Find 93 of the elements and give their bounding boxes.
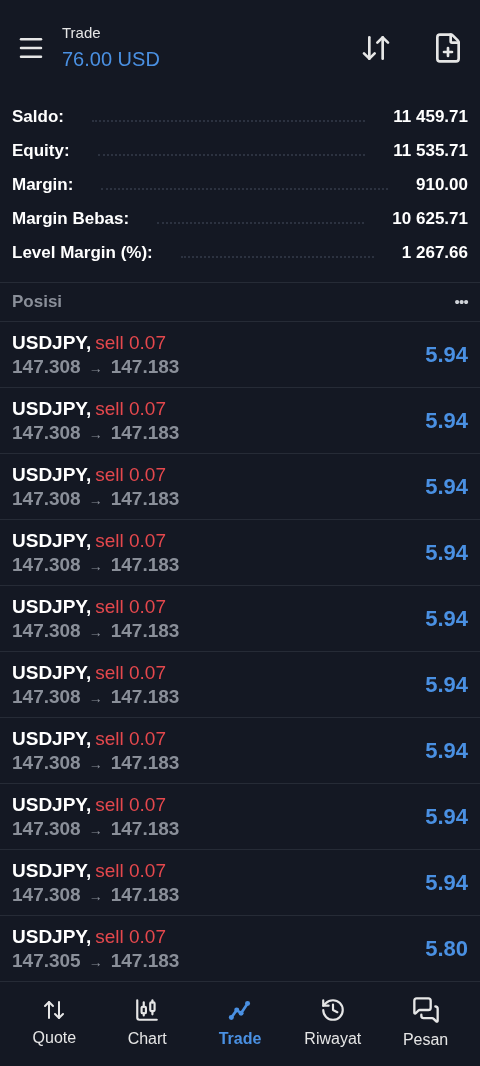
open-price: 147.308 — [12, 618, 81, 643]
summary-label: Margin Bebas: — [12, 208, 130, 231]
position-row[interactable]: USDJPY, sell 0.07 147.308 → 147.183 5.94 — [0, 850, 480, 916]
position-row[interactable]: USDJPY, sell 0.07 147.308 → 147.183 5.94 — [0, 322, 480, 388]
open-price: 147.305 — [12, 948, 81, 973]
arrow-glyph: → — [88, 953, 103, 971]
nav-tab[interactable]: Pesan — [380, 996, 471, 1052]
up-down-arrows-icon — [42, 998, 67, 1022]
nav-tab[interactable]: Riwayat — [287, 997, 378, 1051]
order-type: sell 0.07 — [95, 792, 166, 817]
position-row[interactable]: USDJPY, sell 0.07 147.305 → 147.183 5.80 — [0, 916, 480, 982]
open-price: 147.308 — [12, 882, 81, 907]
current-price: 147.183 — [110, 948, 180, 973]
open-price: 147.308 — [12, 816, 81, 841]
position-row[interactable]: USDJPY, sell 0.07 147.308 → 147.183 5.94 — [0, 784, 480, 850]
summary-label: Level Margin (%): — [12, 242, 153, 265]
current-price: 147.183 — [110, 486, 180, 511]
profit-value: 5.94 — [425, 671, 468, 699]
summary-label: Equity: — [12, 140, 70, 163]
open-price: 147.308 — [12, 420, 81, 445]
nav-tab[interactable]: Quote — [9, 998, 100, 1050]
symbol-label: USDJPY, — [12, 660, 92, 685]
order-type: sell 0.07 — [95, 396, 166, 421]
profit-value: 5.94 — [425, 605, 468, 633]
current-price: 147.183 — [110, 882, 180, 907]
open-price: 147.308 — [12, 486, 81, 511]
section-title: Posisi — [12, 291, 63, 314]
symbol-label: USDJPY, — [12, 726, 92, 751]
arrow-glyph: → — [88, 755, 103, 773]
arrow-glyph: → — [88, 623, 103, 641]
summary-value: 10 625.71 — [392, 208, 468, 231]
open-price: 147.308 — [12, 552, 81, 577]
arrow-glyph: → — [88, 887, 103, 905]
summary-value: 11 459.71 — [393, 106, 468, 129]
summary-value: 910.00 — [416, 174, 468, 197]
position-row[interactable]: USDJPY, sell 0.07 147.308 → 147.183 5.94 — [0, 718, 480, 784]
symbol-label: USDJPY, — [12, 462, 92, 487]
symbol-label: USDJPY, — [12, 330, 92, 355]
profit-value: 5.94 — [425, 341, 468, 369]
symbol-label: USDJPY, — [12, 924, 92, 949]
current-price: 147.183 — [110, 552, 180, 577]
balance-subtitle: 76.00 USD — [62, 47, 161, 73]
summary-value: 11 535.71 — [393, 140, 468, 163]
summary-value: 1 267.66 — [401, 242, 468, 265]
order-type: sell 0.07 — [95, 924, 166, 949]
open-price: 147.308 — [12, 684, 81, 709]
order-type: sell 0.07 — [95, 528, 166, 553]
arrow-glyph: → — [88, 557, 103, 575]
profit-value: 5.94 — [425, 737, 468, 765]
symbol-label: USDJPY, — [12, 594, 92, 619]
profit-value: 5.94 — [425, 539, 468, 567]
position-row[interactable]: USDJPY, sell 0.07 147.308 → 147.183 5.94 — [0, 520, 480, 586]
order-type: sell 0.07 — [95, 594, 166, 619]
order-type: sell 0.07 — [95, 660, 166, 685]
arrow-glyph: → — [88, 821, 103, 839]
current-price: 147.183 — [110, 750, 180, 775]
order-type: sell 0.07 — [95, 330, 166, 355]
order-type: sell 0.07 — [95, 858, 166, 883]
more-menu[interactable]: ••• — [454, 290, 468, 314]
nav-tab[interactable]: Trade — [195, 997, 285, 1051]
current-price: 147.183 — [110, 684, 180, 709]
summary-label: Margin: — [12, 174, 74, 197]
position-row[interactable]: USDJPY, sell 0.07 147.308 → 147.183 5.94 — [0, 652, 480, 718]
arrow-glyph: → — [88, 359, 103, 377]
symbol-label: USDJPY, — [12, 792, 92, 817]
open-price: 147.308 — [12, 354, 81, 379]
current-price: 147.183 — [110, 618, 180, 643]
chat-bubbles-icon — [411, 996, 440, 1024]
profit-value: 5.94 — [425, 407, 468, 435]
summary-label: Saldo: — [12, 106, 64, 129]
candlestick-icon — [134, 997, 161, 1023]
profit-value: 5.80 — [425, 935, 468, 963]
current-price: 147.183 — [110, 816, 180, 841]
order-type: sell 0.07 — [95, 726, 166, 751]
position-row[interactable]: USDJPY, sell 0.07 147.308 → 147.183 5.94 — [0, 388, 480, 454]
history-icon — [319, 997, 346, 1023]
nav-tab[interactable]: Chart — [102, 997, 193, 1051]
order-type: sell 0.07 — [95, 462, 166, 487]
position-row[interactable]: USDJPY, sell 0.07 147.308 → 147.183 5.94 — [0, 586, 480, 652]
current-price: 147.183 — [110, 420, 180, 445]
profit-value: 5.94 — [425, 473, 468, 501]
arrow-glyph: → — [88, 689, 103, 707]
profit-value: 5.94 — [425, 869, 468, 897]
open-price: 147.308 — [12, 750, 81, 775]
arrow-glyph: → — [88, 425, 103, 443]
screen-title: Trade — [62, 22, 102, 43]
arrow-glyph: → — [88, 491, 103, 509]
profit-value: 5.94 — [425, 803, 468, 831]
symbol-label: USDJPY, — [12, 396, 92, 421]
symbol-label: USDJPY, — [12, 858, 92, 883]
position-row[interactable]: USDJPY, sell 0.07 147.308 → 147.183 5.94 — [0, 454, 480, 520]
symbol-label: USDJPY, — [12, 528, 92, 553]
current-price: 147.183 — [110, 354, 180, 379]
